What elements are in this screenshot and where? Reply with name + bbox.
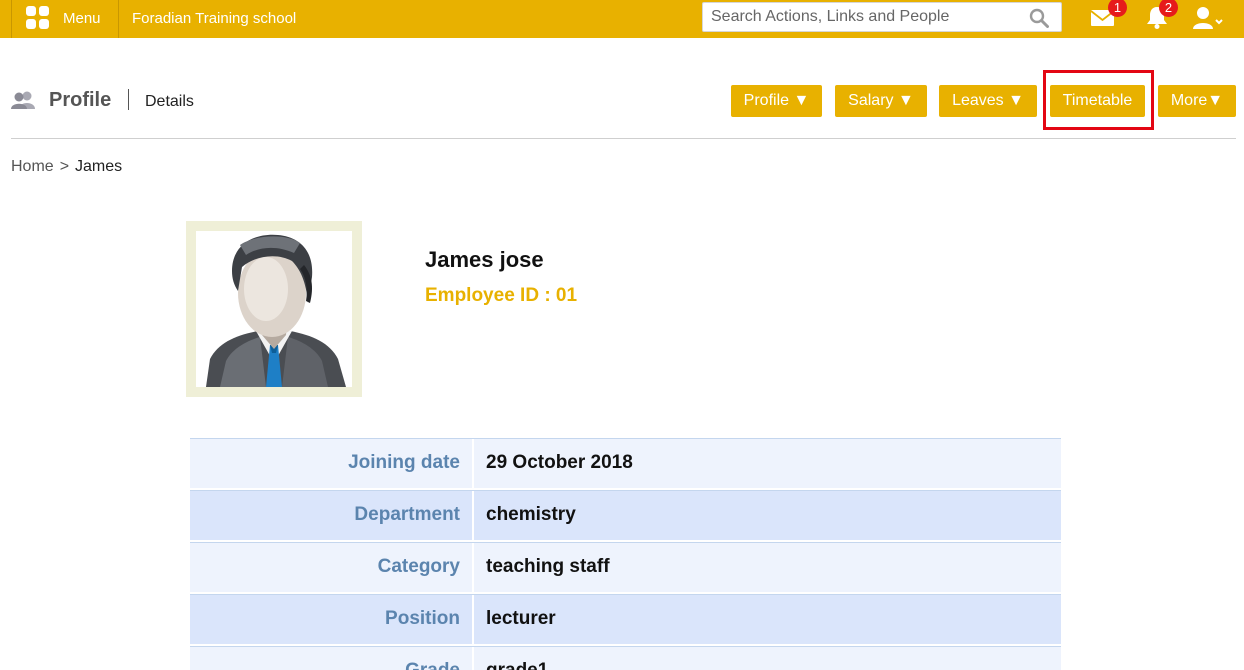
mail-count-badge: 1 [1108,0,1127,17]
default-avatar-icon [206,234,346,387]
detail-value: chemistry [474,491,1061,540]
breadcrumb-current: James [75,158,123,175]
table-row: Department chemistry [190,490,1061,540]
detail-value: 29 October 2018 [474,439,1061,488]
employee-name: James jose [425,247,544,272]
table-row: Grade grade1 [190,646,1061,670]
salary-dropdown-button[interactable]: Salary ▼ [835,85,927,117]
page-title: Profile [49,89,112,111]
users-icon [11,91,35,109]
detail-value: lecturer [474,595,1061,644]
school-name-link[interactable]: Foradian Training school [132,10,296,27]
detail-label: Grade [190,647,472,670]
detail-label: Position [190,595,472,644]
breadcrumb-separator: > [59,158,70,175]
topbar-divider [118,0,119,38]
user-menu-icon[interactable] [1192,5,1224,31]
search-icon[interactable] [1029,8,1049,28]
employee-id: Employee ID : 01 [425,285,578,306]
search-input[interactable] [711,6,1021,28]
table-row: Category teaching staff [190,542,1061,592]
avatar [196,231,352,387]
profile-dropdown-button[interactable]: Profile ▼ [731,85,822,117]
detail-value: teaching staff [474,543,1061,592]
menu-grid-icon [26,6,50,30]
menu-label: Menu [63,10,101,27]
detail-label: Category [190,543,472,592]
page-subtitle: Details [145,93,194,110]
search-box [702,2,1062,32]
table-row: Joining date 29 October 2018 [190,438,1061,488]
header-divider [11,138,1236,139]
notification-count-badge: 2 [1159,0,1178,17]
more-dropdown-button[interactable]: More▼ [1158,85,1236,117]
breadcrumb: Home > James [11,158,122,176]
breadcrumb-home-link[interactable]: Home [11,158,54,175]
detail-value: grade1 [474,647,1061,670]
menu-button[interactable]: Menu [12,0,118,38]
table-row: Position lecturer [190,594,1061,644]
chevron-down-icon [1215,19,1223,25]
timetable-highlight-box [1043,70,1154,130]
avatar-frame [186,221,362,397]
leaves-dropdown-button[interactable]: Leaves ▼ [939,85,1037,117]
top-navigation-bar: Menu Foradian Training school 1 2 [0,0,1244,38]
detail-label: Department [190,491,472,540]
title-divider [128,89,129,110]
detail-label: Joining date [190,439,472,488]
